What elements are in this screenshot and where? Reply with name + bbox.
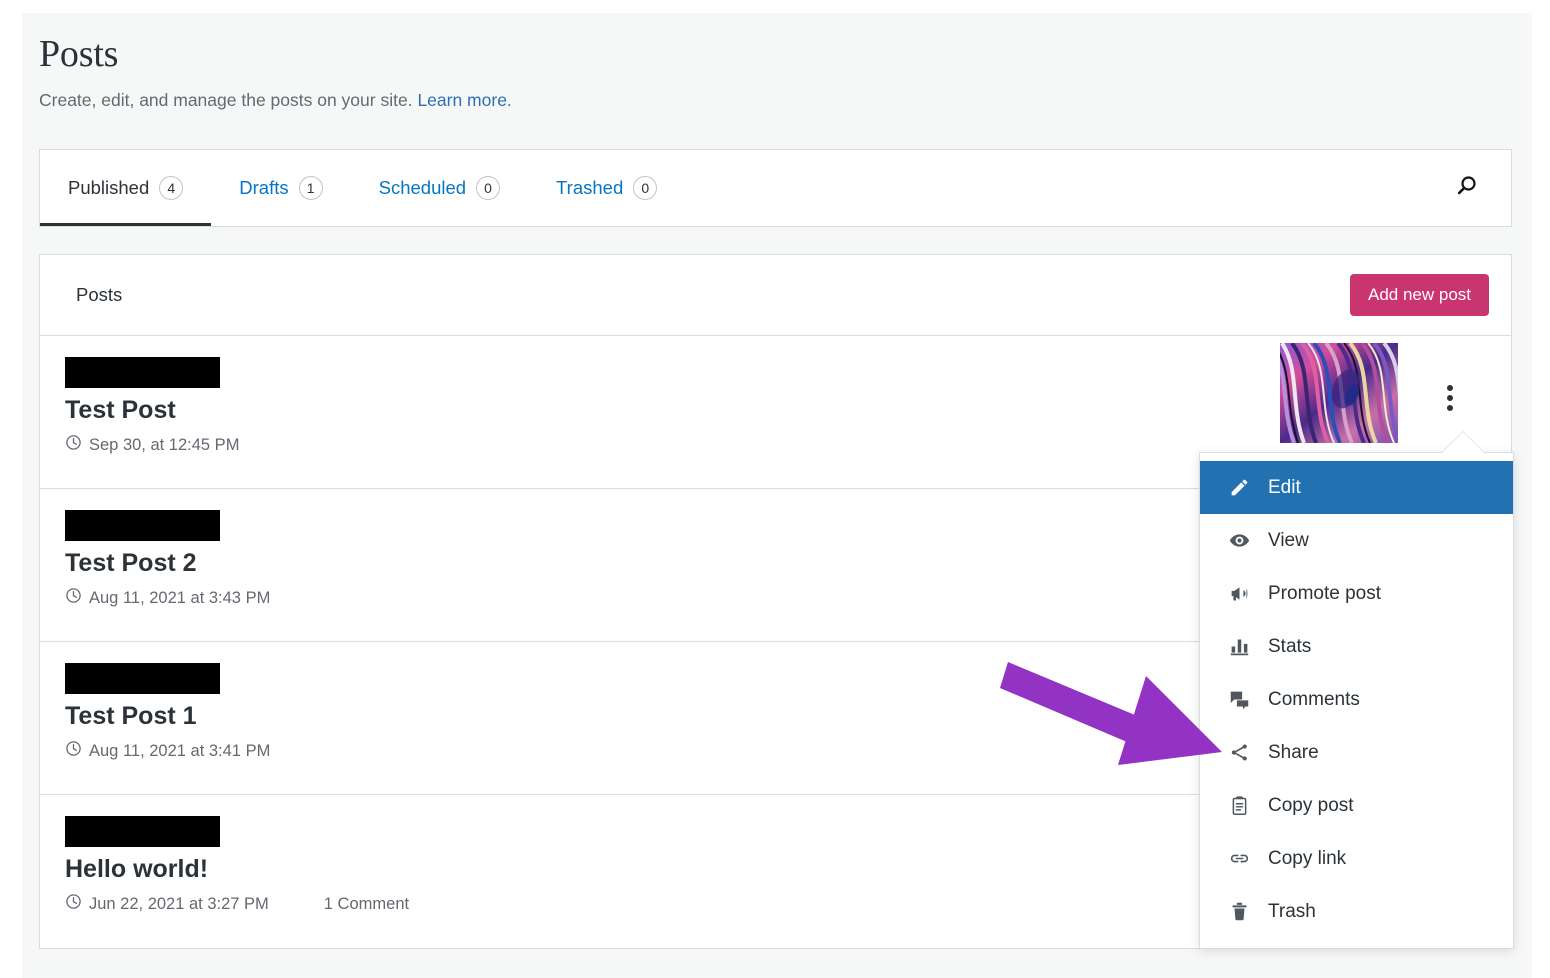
clock-icon	[65, 740, 82, 762]
eye-icon	[1228, 530, 1250, 552]
menu-item-label: Copy link	[1268, 848, 1346, 870]
post-date: Jun 22, 2021 at 3:27 PM	[89, 895, 269, 914]
tabs-card: Published 4 Drafts 1 Scheduled 0 Trashed…	[39, 149, 1512, 227]
pencil-icon	[1228, 477, 1250, 499]
ellipsis-dot	[1447, 395, 1453, 401]
menu-item-label: Stats	[1268, 636, 1311, 658]
post-date: Sep 30, at 12:45 PM	[89, 436, 239, 455]
menu-item-edit[interactable]: Edit	[1200, 461, 1513, 514]
menu-item-stats[interactable]: Stats	[1200, 620, 1513, 673]
share-icon	[1228, 742, 1250, 764]
clock-icon	[65, 893, 82, 915]
menu-item-label: Comments	[1268, 689, 1360, 711]
post-actions-menu-button[interactable]	[1435, 383, 1465, 413]
tab-trashed[interactable]: Trashed 0	[528, 150, 685, 226]
tab-scheduled-label: Scheduled	[379, 177, 466, 199]
menu-item-trash[interactable]: Trash	[1200, 885, 1513, 938]
clock-icon	[65, 587, 82, 609]
tab-drafts-count: 1	[299, 176, 323, 200]
megaphone-icon	[1228, 583, 1250, 605]
tab-drafts-label: Drafts	[239, 177, 288, 199]
ellipsis-dot	[1447, 385, 1453, 391]
menu-item-label: Copy post	[1268, 795, 1354, 817]
post-date: Aug 11, 2021 at 3:41 PM	[89, 742, 270, 761]
comments-icon	[1228, 689, 1250, 711]
menu-item-share[interactable]: Share	[1200, 726, 1513, 779]
tab-trashed-count: 0	[633, 176, 657, 200]
tab-published-count: 4	[159, 176, 183, 200]
tab-drafts[interactable]: Drafts 1	[211, 150, 350, 226]
redacted-author-block	[65, 663, 220, 694]
posts-card-title: Posts	[76, 284, 122, 306]
menu-item-label: Edit	[1268, 477, 1301, 499]
learn-more-link[interactable]: Learn more.	[417, 90, 511, 110]
redacted-author-block	[65, 510, 220, 541]
page-title: Posts	[39, 31, 1532, 77]
menu-item-label: Promote post	[1268, 583, 1381, 605]
clock-icon	[65, 434, 82, 456]
clipboard-icon	[1228, 795, 1250, 817]
menu-item-copy-post[interactable]: Copy post	[1200, 779, 1513, 832]
tab-list: Published 4 Drafts 1 Scheduled 0 Trashed…	[40, 150, 1449, 226]
tab-published[interactable]: Published 4	[40, 150, 211, 226]
post-thumbnail	[1280, 343, 1398, 443]
bar-chart-icon	[1228, 636, 1250, 658]
post-date: Aug 11, 2021 at 3:43 PM	[89, 589, 270, 608]
page-subtitle: Create, edit, and manage the posts on yo…	[39, 88, 1532, 112]
tab-published-label: Published	[68, 177, 149, 199]
tab-trashed-label: Trashed	[556, 177, 623, 199]
menu-item-label: Share	[1268, 742, 1319, 764]
redacted-author-block	[65, 816, 220, 847]
menu-item-label: View	[1268, 530, 1309, 552]
post-comment-count[interactable]: 1 Comment	[324, 895, 409, 914]
menu-item-copy-link[interactable]: Copy link	[1200, 832, 1513, 885]
add-new-post-button[interactable]: Add new post	[1350, 274, 1489, 316]
menu-item-comments[interactable]: Comments	[1200, 673, 1513, 726]
menu-item-label: Trash	[1268, 901, 1316, 923]
popover-caret	[1442, 432, 1484, 453]
menu-item-view[interactable]: View	[1200, 514, 1513, 567]
page-header: Posts Create, edit, and manage the posts…	[22, 13, 1532, 112]
link-icon	[1228, 848, 1250, 870]
tab-scheduled-count: 0	[476, 176, 500, 200]
post-actions-popover: Edit View Promote post Stats	[1199, 452, 1514, 949]
search-button[interactable]	[1449, 171, 1483, 205]
trash-icon	[1228, 901, 1250, 923]
search-icon	[1453, 173, 1479, 204]
page-subtitle-text: Create, edit, and manage the posts on yo…	[39, 90, 413, 110]
posts-card-header: Posts Add new post	[40, 255, 1511, 336]
tab-scheduled[interactable]: Scheduled 0	[351, 150, 528, 226]
redacted-author-block	[65, 357, 220, 388]
ellipsis-dot	[1447, 405, 1453, 411]
menu-item-promote-post[interactable]: Promote post	[1200, 567, 1513, 620]
